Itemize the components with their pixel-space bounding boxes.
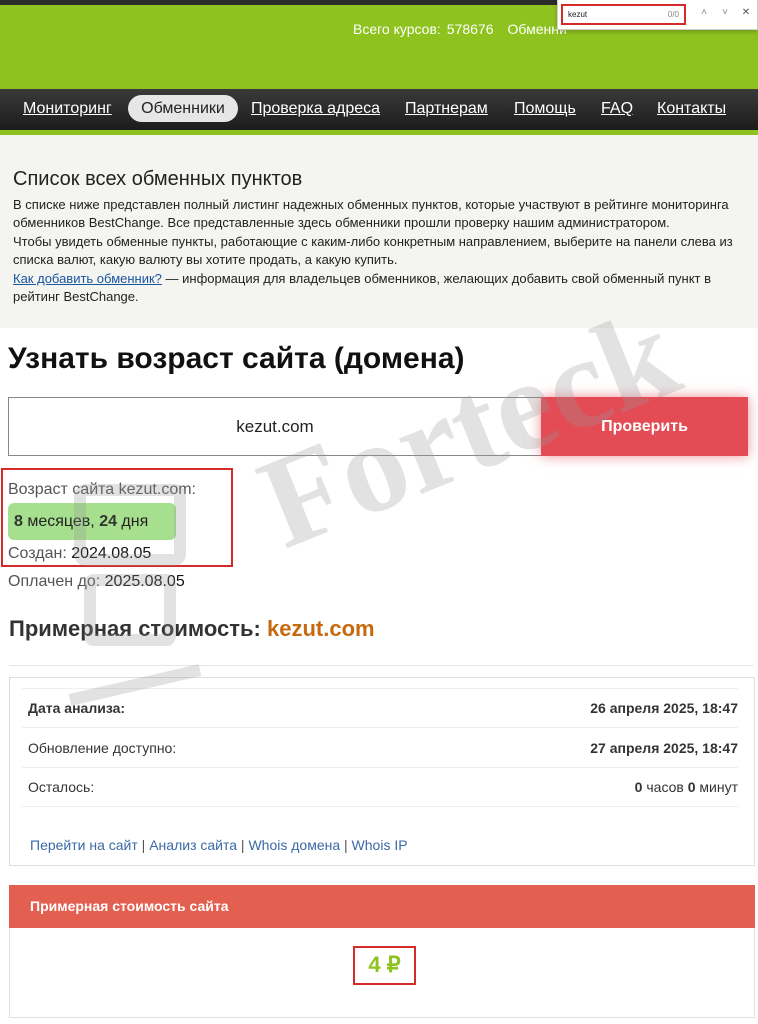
intro-title: Список всех обменных пунктов (13, 168, 303, 190)
link-separator: | (340, 837, 352, 853)
analysis-date-value: 26 апреля 2025, 18:47 (590, 700, 738, 716)
cost-title: Примерная стоимость: kezut.com (9, 616, 375, 642)
nav-address-check[interactable]: Проверка адреса (251, 100, 380, 118)
main-nav: Мониторинг Обменники Проверка адреса Пар… (0, 89, 758, 130)
check-button[interactable]: Проверить (541, 397, 748, 456)
nav-exchangers[interactable]: Обменники (128, 95, 238, 122)
separator (9, 665, 754, 666)
update-row: Обновление доступно: 27 апреля 2025, 18:… (28, 740, 738, 756)
chevron-down-icon[interactable]: ˅ (718, 7, 732, 18)
minutes-unit: минут (695, 779, 738, 795)
whois-domain-link[interactable]: Whois домена (248, 837, 340, 853)
link-separator: | (237, 837, 249, 853)
analysis-date-row: Дата анализа: 26 апреля 2025, 18:47 (28, 700, 738, 716)
intro-paragraph-2: Чтобы увидеть обменные пункты, работающи… (13, 233, 733, 268)
whois-ip-link[interactable]: Whois IP (352, 837, 408, 853)
cost-domain: kezut.com (266, 616, 375, 641)
courses-counter: Всего курсов: 578676 Обменни (353, 21, 567, 37)
intro-paragraph-1: В списке ниже представлен полный листинг… (13, 197, 729, 231)
price-header: Примерная стоимость сайта (9, 885, 755, 928)
cost-title-label: Примерная стоимость: (9, 616, 267, 641)
row-divider (22, 727, 738, 728)
nav-partners[interactable]: Партнерам (405, 100, 488, 118)
close-icon[interactable]: ✕ (739, 7, 753, 18)
row-divider (22, 767, 738, 768)
update-label: Обновление доступно: (28, 740, 177, 756)
find-input[interactable]: kezut 0/0 (561, 4, 686, 25)
find-query: kezut (568, 10, 588, 19)
goto-site-link[interactable]: Перейти на сайт (30, 837, 138, 853)
row-divider (22, 806, 738, 807)
find-bar: kezut 0/0 ˄ ˅ ✕ (557, 0, 758, 30)
domain-input[interactable]: kezut.com (8, 397, 542, 456)
update-value: 27 апреля 2025, 18:47 (590, 740, 738, 756)
nav-monitoring[interactable]: Мониторинг (23, 100, 112, 118)
site-links: Перейти на сайт | Анализ сайта | Whois д… (30, 837, 408, 853)
row-divider (22, 688, 738, 689)
courses-label: Всего курсов: (353, 21, 441, 37)
analysis-date-label: Дата анализа: (28, 700, 126, 716)
nav-help[interactable]: Помощь (514, 100, 576, 118)
age-title: Узнать возраст сайта (домена) (8, 342, 465, 375)
paid-value: 2025.08.05 (104, 573, 185, 590)
nav-faq[interactable]: FAQ (601, 100, 633, 118)
find-count: 0/0 (667, 10, 679, 19)
time-left-value: 0 часов 0 минут (635, 779, 738, 795)
link-separator: | (137, 837, 150, 853)
intro-text: В списке ниже представлен полный листинг… (13, 196, 753, 306)
courses-count: 578676 (446, 21, 494, 37)
site-analysis-link[interactable]: Анализ сайта (149, 837, 237, 853)
time-left-label: Осталось: (28, 779, 95, 795)
age-highlight-box (1, 468, 233, 567)
time-left-row: Осталось: 0 часов 0 минут (28, 779, 738, 795)
price-highlight-box (353, 946, 416, 985)
add-exchanger-link[interactable]: Как добавить обменник? (13, 271, 162, 286)
hours-unit: часов (642, 779, 688, 795)
chevron-up-icon[interactable]: ˄ (697, 7, 711, 18)
paid-label: Оплачен до: (8, 573, 105, 590)
paid-until: Оплачен до: 2025.08.05 (8, 573, 185, 591)
minutes-left: 0 (687, 779, 696, 795)
nav-contacts[interactable]: Контакты (657, 100, 726, 118)
